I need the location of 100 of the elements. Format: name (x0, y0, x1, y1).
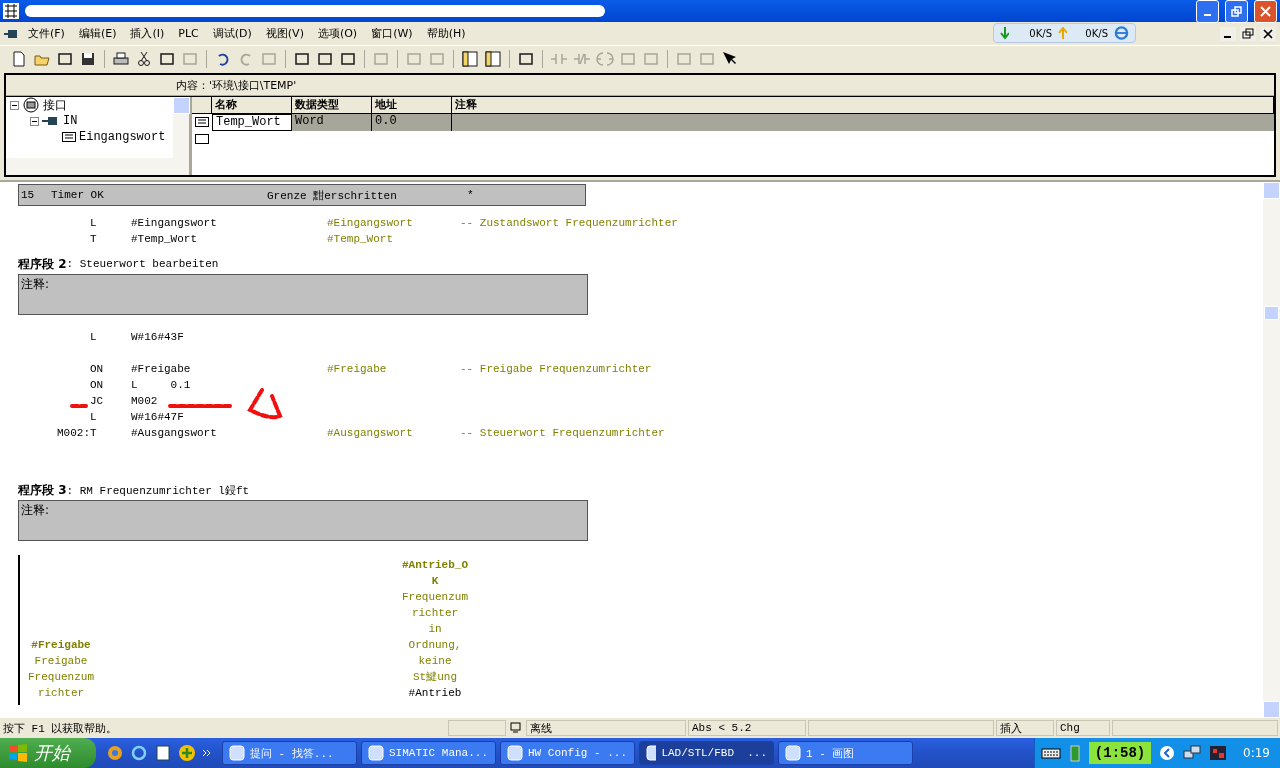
taskbar-button[interactable]: 1 - 画图 (778, 741, 913, 765)
jump-label: M002: (57, 427, 90, 439)
chevron-icon[interactable] (202, 748, 212, 758)
tree-item[interactable]: 接口 (43, 96, 67, 114)
upload-arrow-icon (1058, 27, 1068, 39)
print-icon[interactable] (112, 49, 130, 68)
contact-comment: keine (418, 654, 452, 669)
symbol-comment: #Temp_Wort (327, 233, 393, 245)
operand: W#16#43F (131, 331, 184, 343)
column-header[interactable]: 地址 (372, 97, 452, 114)
menu-item[interactable]: PLC (172, 27, 205, 40)
column-header[interactable]: 数据类型 (292, 97, 372, 114)
status-insert: 插入 (996, 720, 1054, 736)
tree-item[interactable]: IN (63, 114, 78, 128)
comment-box[interactable]: 注释: (18, 274, 588, 315)
menu-item[interactable]: 视图(V) (259, 26, 310, 41)
cut-icon[interactable] (135, 49, 153, 68)
menu-item[interactable]: 编辑(E) (72, 26, 123, 41)
new-file-icon[interactable] (10, 49, 28, 68)
network-label: 程序段 3 (18, 481, 67, 499)
line-comment: -- Steuerwort Frequenzumrichter (460, 427, 665, 439)
contact-comment: richter (37, 686, 85, 701)
contact-comment: Frequenzum (402, 590, 468, 605)
column-header[interactable]: 名称 (212, 97, 292, 114)
browser-icon[interactable] (1114, 25, 1129, 41)
status-position: Abs < 5.2 (688, 720, 806, 736)
instruction: L (90, 411, 97, 423)
table-cell[interactable]: Temp_Wort (212, 114, 292, 131)
status-text: 按下 F1 以获取帮助。 (2, 721, 119, 736)
collapse-icon[interactable] (30, 116, 39, 126)
close-button[interactable] (1254, 0, 1277, 23)
minimize-icon (1204, 14, 1211, 16)
scrollbar[interactable] (1263, 182, 1280, 718)
status-cell (448, 720, 506, 736)
contact-comment: richter (411, 606, 459, 621)
operand: M002 (131, 395, 158, 407)
taskbar-button[interactable]: SIMATIC Mana... (361, 741, 496, 765)
column-header[interactable]: 注释 (452, 97, 1274, 114)
input-icon (42, 115, 60, 127)
menu-item[interactable]: 调试(D) (206, 26, 258, 41)
instruction: ON (90, 363, 104, 375)
taskbar-button[interactable]: LAD/STL/FBD ... (639, 741, 774, 765)
status-changed: Chg (1056, 720, 1110, 736)
tree-item[interactable]: Eingangswort (79, 130, 166, 144)
start-button[interactable]: 开始 (0, 738, 96, 768)
operand: #Freigabe (131, 363, 191, 375)
path-value: '环境\接口\TEMP' (209, 77, 297, 93)
scrollbar[interactable] (6, 158, 189, 175)
taskbar-button[interactable]: HW Config - ... (500, 741, 635, 765)
browser-icon[interactable] (130, 744, 148, 762)
download-arrow-icon (1000, 27, 1010, 39)
instruction: ON (90, 379, 104, 391)
zoom-window-icon[interactable] (484, 49, 502, 68)
contact-symbol: #Antrieb_O (402, 558, 468, 573)
line-comment: -- Zustandswort Frequenzumrichter (460, 217, 678, 229)
app-icon[interactable] (1209, 745, 1228, 761)
panel-icon[interactable] (461, 49, 479, 68)
menu-item[interactable]: 窗口(W) (365, 26, 419, 41)
keyboard-icon[interactable] (1041, 747, 1062, 759)
taskbar-button[interactable]: 提问 - 找答... (222, 741, 357, 765)
operand: W#16#47F (131, 411, 184, 423)
contact-comment: St鰎ung (413, 670, 457, 685)
minimize-button[interactable] (1196, 0, 1219, 23)
menu-item[interactable]: 文件(F) (22, 26, 71, 41)
operand: L 0.1 (131, 379, 191, 391)
collapse-icon[interactable] (10, 100, 19, 110)
symbol-comment: #Eingangswort (327, 217, 413, 229)
instruction: T (90, 233, 97, 245)
instruction: JC (90, 395, 104, 407)
comment-box[interactable]: 注释: (18, 500, 588, 541)
line-comment: -- Freigabe Frequenzumrichter (460, 363, 652, 375)
download-speed: 0K/S (1029, 27, 1052, 39)
scroll-thumb[interactable] (1264, 306, 1279, 320)
window-icon (785, 745, 801, 761)
battery-indicator[interactable]: (1:58) (1089, 742, 1152, 764)
contact-operand: #Antrieb (408, 686, 462, 701)
upload-speed: 0K/S (1085, 27, 1108, 39)
menu-item[interactable]: 选项(O) (311, 26, 364, 41)
minimize-icon[interactable] (1220, 26, 1236, 41)
restore-icon (1231, 5, 1242, 17)
app-icon[interactable] (106, 744, 124, 762)
contact-comment: Ordnung, (408, 638, 462, 653)
network-label: 程序段 2 (18, 255, 67, 273)
operand: #Ausgangswort (131, 427, 217, 439)
computer-icon (508, 722, 524, 734)
table-cell: Word (292, 114, 372, 131)
restore-button[interactable] (1225, 0, 1248, 23)
window-icon (507, 745, 523, 761)
scrollbar[interactable] (173, 97, 189, 158)
menu-item[interactable]: 插入(I) (124, 26, 171, 41)
network-title: : Steuerwort bearbeiten (66, 258, 219, 270)
flag-icon (8, 744, 28, 762)
new-row-icon[interactable] (195, 134, 209, 144)
menu-item[interactable]: 帮助(H) (420, 26, 472, 41)
contact-symbol: K (431, 574, 439, 589)
window-icon (646, 745, 657, 761)
restore-icon[interactable] (1240, 26, 1256, 41)
plus-icon[interactable] (178, 744, 196, 762)
status-mode: 离线 (526, 720, 686, 736)
close-icon[interactable] (1260, 26, 1276, 41)
